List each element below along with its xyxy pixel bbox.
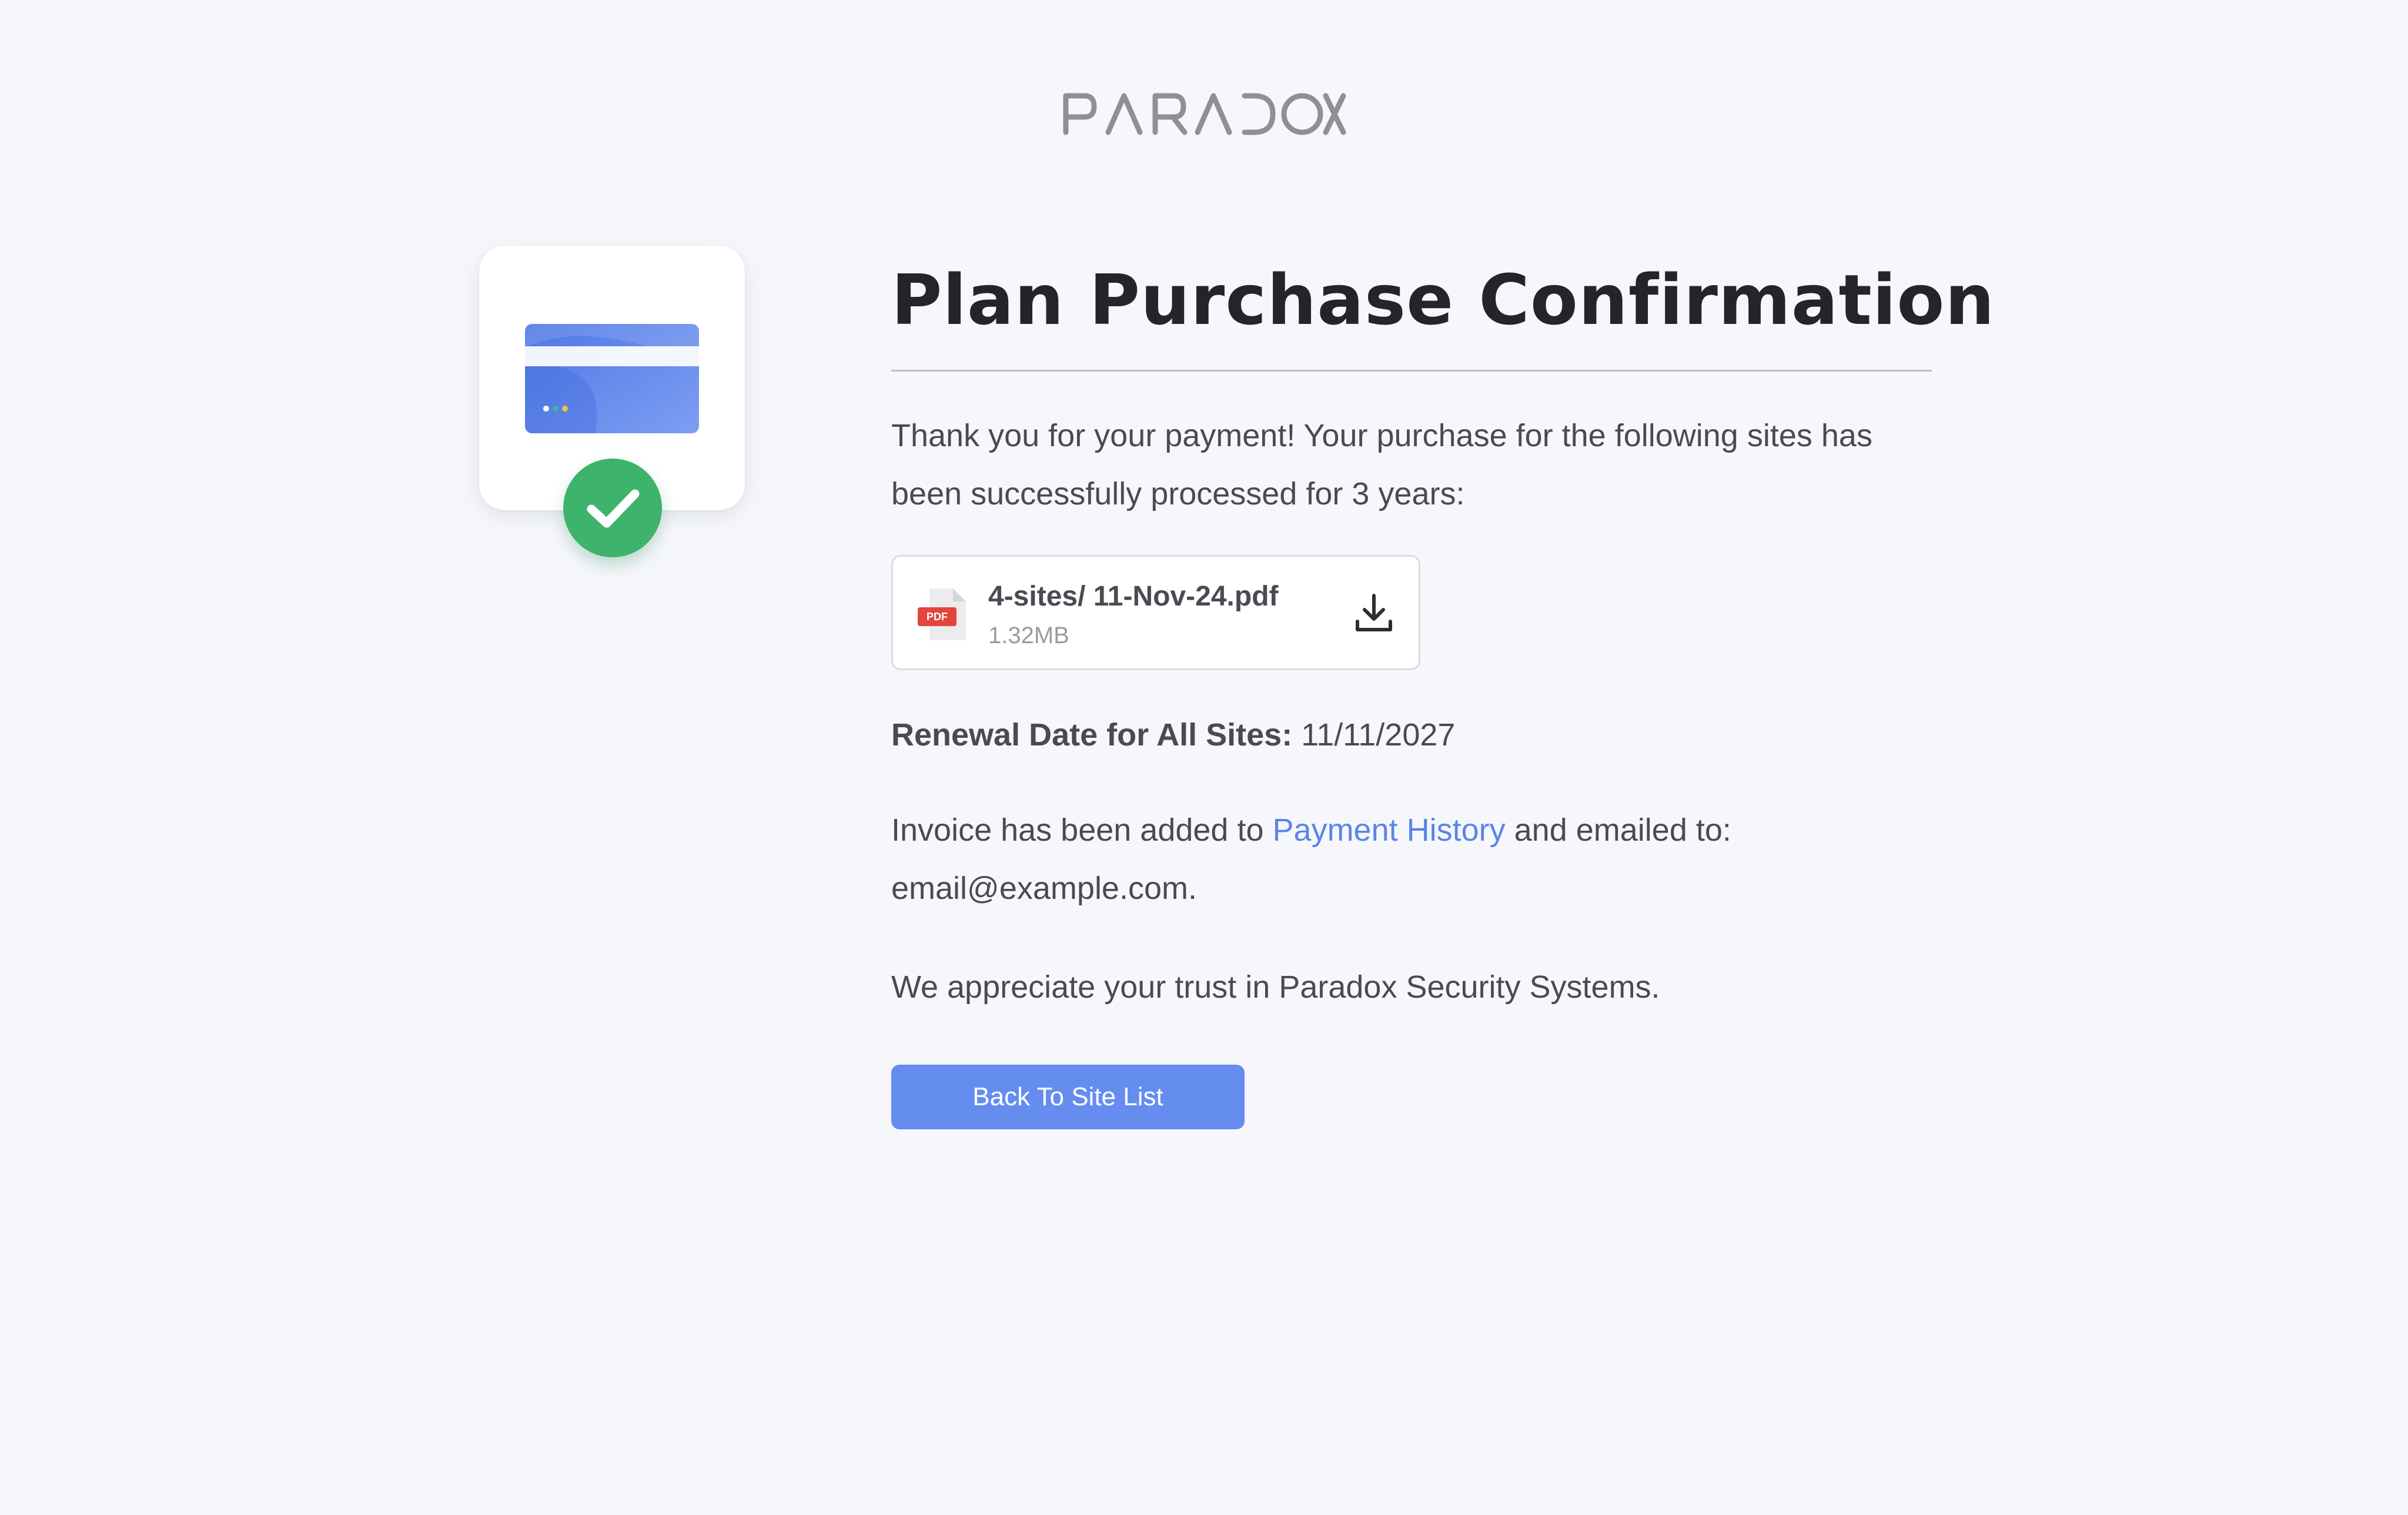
checkmark-icon <box>587 489 640 528</box>
closing-message: We appreciate your trust in Paradox Secu… <box>891 969 1660 1005</box>
pdf-badge-label: PDF <box>927 611 948 623</box>
credit-card-icon <box>525 324 699 433</box>
renewal-date-label: Renewal Date for All Sites: <box>891 717 1293 753</box>
intro-text: Thank you for your payment! Your purchas… <box>891 418 1872 511</box>
page-title: Plan Purchase Confirmation <box>891 259 1995 340</box>
payment-history-link[interactable]: Payment History <box>1273 812 1506 848</box>
renewal-date-value: 11/11/2027 <box>1301 717 1456 753</box>
confirmation-content: Plan Purchase Confirmation Thank you for… <box>891 247 1995 1129</box>
attachment-file-size: 1.32MB <box>988 623 1069 648</box>
download-icon <box>1356 594 1392 631</box>
title-divider <box>891 370 1932 372</box>
invoice-attachment: PDF 4-sites/ 11-Nov-24.pdf 1.32MB <box>891 555 1420 670</box>
payment-success-illustration <box>479 246 745 563</box>
back-to-site-list-button[interactable]: Back To Site List <box>891 1065 1245 1129</box>
paradox-logo <box>1061 91 1347 135</box>
invoice-text-prefix: Invoice has been added to <box>891 812 1273 848</box>
renewal-date: Renewal Date for All Sites: 11/11/2027 <box>891 714 1932 755</box>
invoice-notice: Invoice has been added to Payment Histor… <box>891 801 1932 918</box>
success-badge <box>563 459 662 557</box>
pdf-file-icon: PDF <box>917 587 968 641</box>
attachment-file-name: 4-sites/ 11-Nov-24.pdf <box>988 581 1279 612</box>
download-button[interactable] <box>1352 591 1396 636</box>
